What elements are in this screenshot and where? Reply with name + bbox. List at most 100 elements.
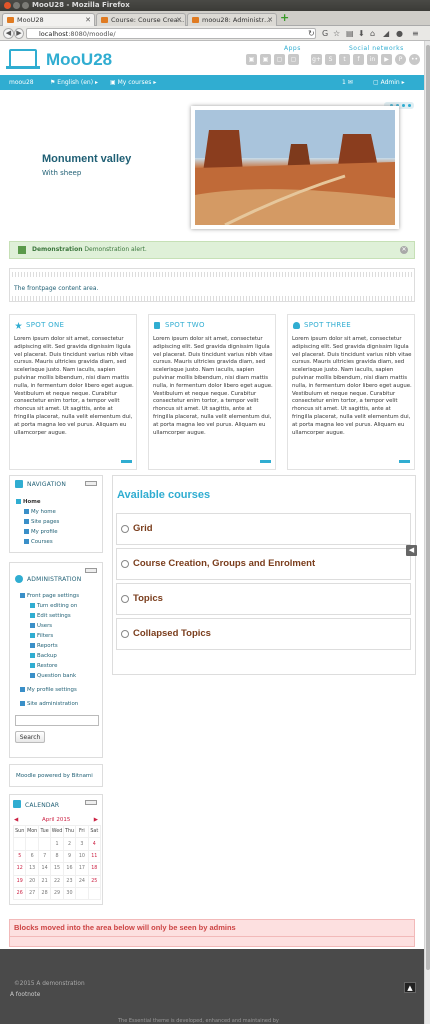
calendar-day[interactable]: 26 [12, 886, 27, 901]
course-box[interactable]: Course Creation, Groups and Enrolment [116, 548, 411, 580]
read-more-button[interactable] [121, 460, 132, 463]
admin-item-edit-settings[interactable]: Edit settings [30, 613, 71, 619]
calendar-day[interactable]: 6 [25, 849, 39, 864]
pinterest-icon[interactable]: P [395, 54, 406, 65]
calendar-day[interactable]: 2 [62, 837, 77, 851]
download-icon[interactable]: ⬇ [358, 29, 365, 38]
browser-tab[interactable]: Course: Course Crea… ✕ [96, 13, 186, 26]
course-name[interactable]: Course Creation, Groups and Enrolment [133, 558, 315, 569]
send-icon[interactable]: ◢ [383, 29, 389, 38]
nav-item-my-home[interactable]: My home [24, 509, 56, 515]
window-icon[interactable]: ▢ [288, 54, 299, 65]
calendar-day[interactable]: 12 [12, 862, 27, 876]
calendar-day[interactable]: 30 [62, 886, 77, 901]
hamburger-menu-icon[interactable]: ≡ [412, 29, 419, 38]
read-more-button[interactable] [260, 460, 271, 463]
pager-dot[interactable] [402, 104, 405, 107]
calendar-day[interactable]: 1 [50, 837, 64, 851]
url-bar[interactable]: localhost:8080/moodle/ [26, 28, 316, 39]
pager-dot[interactable] [408, 104, 411, 107]
minimize-window-button[interactable] [13, 2, 20, 9]
window-icon[interactable]: ▢ [274, 54, 285, 65]
calendar-day[interactable]: 14 [37, 862, 52, 876]
close-icon[interactable]: ✕ [176, 14, 182, 26]
calendar-day[interactable]: 9 [62, 849, 77, 864]
dock-toggle-icon[interactable]: ◀ [406, 545, 417, 556]
calendar-day[interactable]: 24 [75, 874, 89, 888]
calendar-day[interactable]: 5 [12, 849, 27, 864]
clipboard-icon[interactable]: ▤ [346, 29, 354, 38]
course-name[interactable]: Collapsed Topics [133, 628, 211, 639]
admin-item-filters[interactable]: Filters [30, 633, 53, 639]
close-window-button[interactable] [4, 2, 11, 9]
twitter-icon[interactable]: t [339, 54, 350, 65]
cart-icon[interactable]: ▣ [246, 54, 257, 65]
new-tab-plus-icon[interactable]: + [280, 12, 289, 23]
course-box[interactable]: Collapsed Topics [116, 618, 411, 650]
calendar-day[interactable]: 21 [37, 874, 52, 888]
browser-tab-active[interactable]: MooU28 ✕ [2, 13, 95, 26]
block-controls-icon[interactable] [85, 481, 97, 486]
search-button[interactable]: Search [15, 731, 45, 743]
calendar-day[interactable]: 18 [87, 862, 102, 876]
admin-item-turn-editing-on[interactable]: Turn editing on [30, 603, 77, 609]
calendar-day[interactable]: 17 [75, 862, 89, 876]
messages-menu[interactable]: 1 ✉ [342, 75, 353, 90]
calendar-day[interactable]: 11 [87, 849, 102, 864]
close-icon[interactable]: ✕ [267, 14, 273, 26]
flickr-icon[interactable]: •• [409, 54, 420, 65]
calendar-day[interactable]: 23 [62, 874, 77, 888]
admin-item-restore[interactable]: Restore [30, 663, 57, 669]
admin-item-backup[interactable]: Backup [30, 653, 57, 659]
gplus-icon[interactable]: g+ [311, 54, 322, 65]
admin-item-reports[interactable]: Reports [30, 643, 58, 649]
chat-icon[interactable]: ● [396, 29, 403, 38]
calendar-day[interactable]: 22 [50, 874, 64, 888]
admin-item-my-profile-settings[interactable]: My profile settings [20, 687, 77, 693]
read-more-button[interactable] [399, 460, 410, 463]
admin-item-site-administration[interactable]: Site administration [20, 701, 78, 707]
calendar-day[interactable]: 7 [37, 849, 52, 864]
maximize-window-button[interactable] [22, 2, 29, 9]
course-name[interactable]: Topics [133, 593, 163, 604]
calendar-day[interactable]: 3 [75, 837, 89, 851]
laptop-logo-icon[interactable] [6, 49, 40, 69]
skype-icon[interactable]: S [325, 54, 336, 65]
back-arrow-icon[interactable]: ◀ [3, 28, 14, 39]
back-to-top-icon[interactable]: ▲ [404, 982, 416, 993]
menu-home-link[interactable]: moou28 [9, 75, 34, 90]
calendar-day[interactable]: 20 [25, 874, 39, 888]
briefcase-icon[interactable]: ▣ [260, 54, 271, 65]
site-name[interactable]: MooU28 [46, 50, 112, 70]
close-icon[interactable]: ✕ [400, 246, 408, 254]
youtube-icon[interactable]: ▶ [381, 54, 392, 65]
calendar-day[interactable]: 29 [50, 886, 64, 901]
nav-item-home[interactable]: Home [16, 499, 41, 505]
calendar-day[interactable]: 27 [25, 886, 39, 901]
facebook-icon[interactable]: f [353, 54, 364, 65]
search-engine-icon[interactable]: G [322, 29, 328, 38]
admin-item-front-page-settings[interactable]: Front page settings [20, 593, 79, 599]
calendar-day[interactable]: 10 [75, 849, 89, 864]
linkedin-icon[interactable]: in [367, 54, 378, 65]
home-icon[interactable]: ⌂ [370, 29, 375, 38]
prev-month-icon[interactable]: ◀ [14, 817, 18, 823]
block-controls-icon[interactable] [85, 800, 97, 805]
calendar-day[interactable]: 4 [87, 837, 102, 851]
star-bookmark-icon[interactable]: ☆ [333, 29, 340, 38]
next-month-icon[interactable]: ▶ [94, 817, 98, 823]
browser-tab[interactable]: moou28: Administr… ✕ [187, 13, 277, 26]
block-controls-icon[interactable] [85, 568, 97, 573]
admin-item-question-bank[interactable]: Question bank [30, 673, 76, 679]
calendar-day[interactable]: 13 [25, 862, 39, 876]
close-icon[interactable]: ✕ [85, 14, 91, 26]
user-menu[interactable]: ▢ Admin ▸ [373, 75, 405, 90]
language-menu[interactable]: ⚑ English (en) ▸ [50, 75, 98, 90]
reload-icon[interactable]: ↻ [308, 29, 315, 38]
calendar-day[interactable]: 16 [62, 862, 77, 876]
my-courses-menu[interactable]: ▣ My courses ▸ [110, 75, 156, 90]
calendar-day[interactable]: 28 [37, 886, 52, 901]
calendar-day[interactable]: 25 [87, 874, 102, 888]
nav-item-my-profile[interactable]: My profile [24, 529, 58, 535]
course-box[interactable]: Grid [116, 513, 411, 545]
